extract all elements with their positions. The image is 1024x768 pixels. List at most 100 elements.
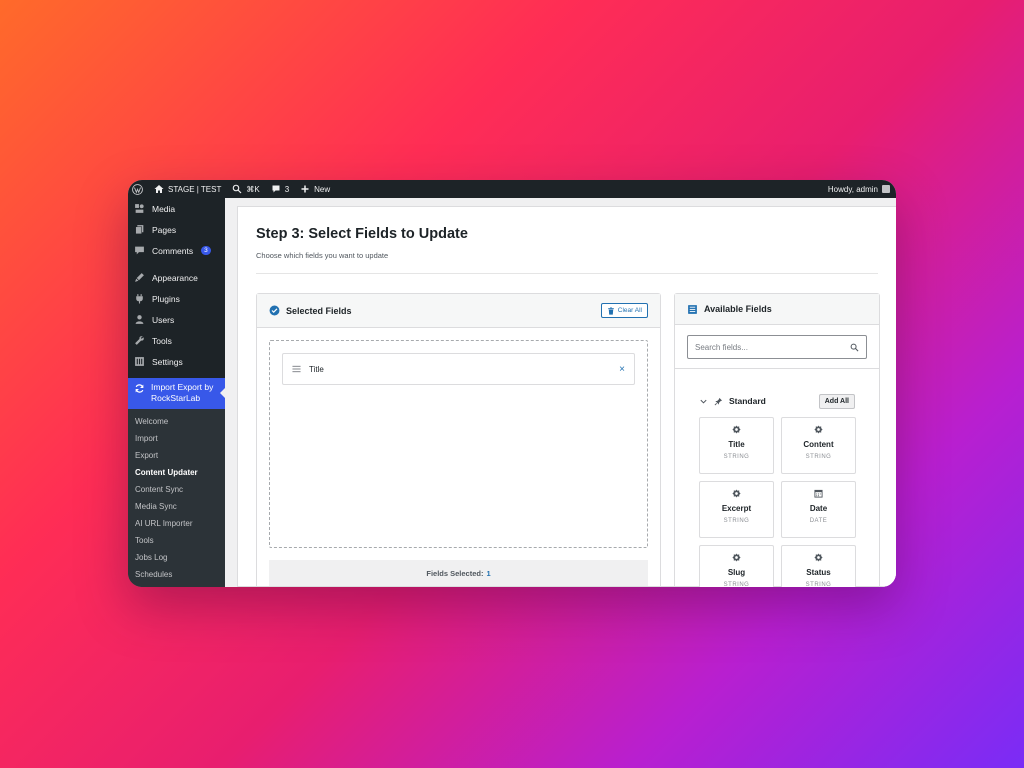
site-name-link[interactable]: STAGE | TEST [154, 184, 221, 194]
sidebar-item-import-export[interactable]: Import Export by RockStarLab [128, 378, 225, 409]
field-name: Title [728, 440, 745, 449]
gear-icon [732, 553, 741, 562]
search-fields-input[interactable] [695, 342, 835, 352]
new-content-link[interactable]: New [300, 184, 330, 194]
sidebar-item-appearance[interactable]: Appearance [128, 267, 225, 288]
available-fields-header: Available Fields [675, 294, 879, 325]
gear-icon [814, 553, 823, 562]
avatar [882, 185, 890, 193]
field-tile-slug[interactable]: Slug STRING [699, 545, 774, 587]
selected-field-row[interactable]: Title × [282, 353, 635, 385]
command-palette-button[interactable]: ⌘K [232, 184, 260, 194]
sidebar-item-users[interactable]: Users [128, 309, 225, 330]
account-menu[interactable]: Howdy, admin [828, 185, 890, 194]
sidebar-item-pages[interactable]: Pages [128, 219, 225, 240]
fields-selected-count: 1 [486, 568, 491, 578]
add-all-button[interactable]: Add All [818, 393, 855, 409]
field-type: STRING [805, 582, 832, 587]
clear-all-button[interactable]: Clear All [600, 303, 648, 318]
plus-icon [301, 185, 309, 193]
sidebar-item-comments[interactable]: Comments 3 [128, 240, 225, 261]
browser-window: STAGE | TEST ⌘K 3 New Howdy, admin Media… [128, 180, 896, 587]
submenu-tools[interactable]: Tools [128, 532, 225, 549]
sidebar-item-label: Media [152, 203, 176, 214]
field-type: STRING [723, 518, 750, 524]
comments-icon [135, 246, 144, 255]
sidebar-item-label: Tools [152, 335, 172, 346]
admin-sidebar: Media Pages Comments 3 Appearance Plugin… [128, 198, 225, 587]
page-title: Step 3: Select Fields to Update [256, 226, 468, 242]
sidebar-item-label: Comments [152, 245, 194, 256]
submenu-media-sync[interactable]: Media Sync [128, 498, 225, 515]
sidebar-item-plugins[interactable]: Plugins [128, 288, 225, 309]
sidebar-item-label: Appearance [152, 272, 198, 283]
submenu-content-sync[interactable]: Content Sync [128, 481, 225, 498]
field-tile-status[interactable]: Status STRING [781, 545, 856, 587]
new-label: New [314, 184, 331, 194]
comments-count: 3 [284, 184, 290, 194]
divider [256, 273, 878, 274]
field-tile-date[interactable]: Date DATE [781, 481, 856, 538]
page-subtitle: Choose which fields you want to update [256, 251, 389, 260]
submenu-welcome[interactable]: Welcome [128, 413, 225, 430]
gear-icon [814, 425, 823, 434]
greeting: Howdy, admin [827, 184, 878, 194]
selected-fields-title: Selected Fields [286, 305, 352, 316]
main-content: Step 3: Select Fields to Update Choose w… [225, 198, 896, 587]
sidebar-item-tools[interactable]: Tools [128, 330, 225, 351]
comments-link[interactable]: 3 [271, 184, 289, 194]
field-tile-excerpt[interactable]: Excerpt STRING [699, 481, 774, 538]
selected-field-label: Title [309, 364, 324, 374]
site-name: STAGE | TEST [168, 184, 222, 194]
plugin-name-line1: Import Export by [151, 382, 214, 392]
field-tile-content[interactable]: Content STRING [781, 417, 856, 474]
sidebar-item-media[interactable]: Media [128, 198, 225, 219]
remove-field-icon[interactable]: × [619, 364, 625, 375]
plugin-submenu: Welcome Import Export Content Updater Co… [128, 409, 225, 587]
selected-fields-dropzone[interactable]: Title × [269, 340, 648, 548]
list-icon [688, 304, 697, 314]
field-name: Date [809, 504, 828, 513]
submenu-content-updater[interactable]: Content Updater [128, 464, 225, 481]
pages-icon [135, 225, 144, 235]
drag-handle-icon[interactable] [292, 365, 301, 373]
pin-icon [714, 397, 723, 405]
check-circle-icon [269, 305, 280, 316]
submenu-ai-url-importer[interactable]: AI URL Importer [128, 515, 225, 532]
selected-fields-header: Selected Fields Clear All [257, 294, 660, 328]
sidebar-item-settings[interactable]: Settings [128, 351, 225, 372]
submenu-export[interactable]: Export [128, 447, 225, 464]
comment-icon [272, 185, 280, 193]
field-type: STRING [723, 582, 750, 587]
field-type: STRING [805, 454, 832, 460]
fields-selected-label: Fields Selected: [426, 568, 484, 578]
calendar-icon [814, 489, 823, 498]
fields-selected-summary: Fields Selected: 1 [269, 560, 648, 586]
available-fields-panel: Available Fields Standard Add All [674, 293, 880, 587]
plugins-icon [136, 294, 143, 304]
sidebar-item-label: Pages [152, 224, 177, 235]
field-name: Content [803, 440, 834, 449]
gear-icon [732, 425, 741, 434]
trash-icon [607, 306, 614, 315]
shortcut-label: ⌘K [246, 184, 260, 194]
field-name: Excerpt [721, 504, 752, 513]
available-fields-title: Available Fields [704, 304, 772, 314]
sidebar-item-label: Users [152, 314, 175, 325]
users-icon [135, 315, 144, 324]
submenu-jobs-log[interactable]: Jobs Log [128, 549, 225, 566]
settings-icon [135, 357, 144, 366]
field-name: Status [806, 568, 831, 577]
tools-icon [135, 336, 144, 345]
field-tile-title[interactable]: Title STRING [699, 417, 774, 474]
sync-icon [135, 384, 144, 393]
plugin-name-line2: RockStarLab [151, 393, 201, 403]
submenu-import[interactable]: Import [128, 430, 225, 447]
submenu-schedules[interactable]: Schedules [128, 566, 225, 583]
search-wrapper [675, 325, 879, 369]
chevron-down-icon[interactable] [699, 397, 708, 406]
home-icon [154, 185, 164, 193]
wordpress-logo-icon[interactable] [132, 183, 143, 195]
admin-bar: STAGE | TEST ⌘K 3 New Howdy, admin [128, 180, 896, 198]
sidebar-item-label: Settings [152, 356, 183, 367]
